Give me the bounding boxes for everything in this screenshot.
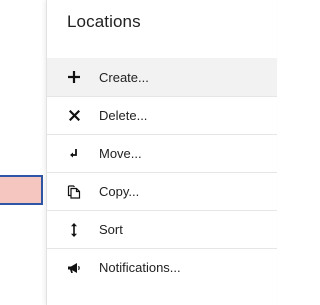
locations-context-menu: Locations Create... Delete... Move... Co…: [46, 0, 277, 305]
megaphone-icon: [67, 261, 81, 275]
menu-item-label: Copy...: [99, 184, 140, 199]
selected-location-cell[interactable]: [0, 175, 43, 205]
copy-icon: [67, 184, 81, 199]
menu-item-sort[interactable]: Sort: [47, 210, 277, 248]
menu-item-label: Create...: [99, 69, 149, 85]
sort-arrows-icon: [67, 222, 81, 237]
menu-item-delete[interactable]: Delete...: [47, 96, 277, 134]
menu-item-label: Move...: [99, 146, 142, 161]
menu-item-notifications[interactable]: Notifications...: [47, 248, 277, 286]
menu-list: Create... Delete... Move... Copy... Sort: [47, 58, 277, 286]
menu-item-label: Sort: [99, 222, 123, 237]
move-arrow-icon: [67, 147, 81, 161]
menu-item-move[interactable]: Move...: [47, 134, 277, 172]
menu-item-copy[interactable]: Copy...: [47, 172, 277, 210]
menu-title: Locations: [67, 12, 141, 31]
plus-icon: [67, 70, 81, 84]
x-icon: [67, 109, 81, 123]
menu-item-label: Notifications...: [99, 260, 181, 275]
menu-item-create[interactable]: Create...: [47, 58, 277, 96]
background-pane: [0, 0, 46, 305]
menu-item-label: Delete...: [99, 108, 148, 123]
